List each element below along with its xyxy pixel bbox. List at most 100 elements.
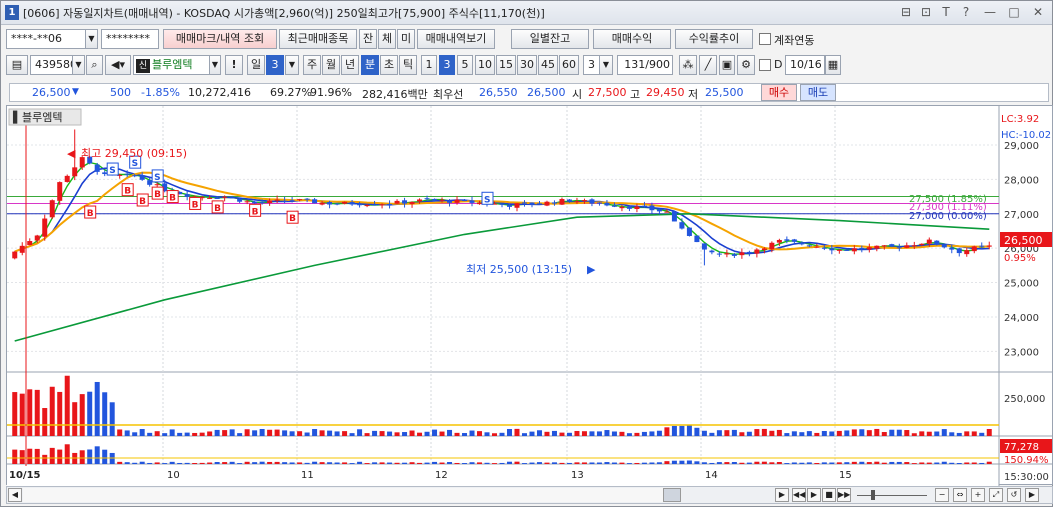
- save-icon[interactable]: ▣: [719, 55, 735, 75]
- play-icon[interactable]: ▶: [807, 488, 821, 502]
- volume-bar-lower: [911, 463, 917, 464]
- candle-body: [244, 201, 250, 203]
- unfilled-button[interactable]: 미: [397, 29, 415, 49]
- volume-bar: [859, 429, 865, 436]
- zoom-fit-icon[interactable]: ⇔: [953, 488, 967, 502]
- zoom-out-icon[interactable]: −: [935, 488, 949, 502]
- volume-bar-lower: [941, 461, 947, 464]
- interval-1-button[interactable]: 1: [421, 55, 437, 75]
- recent-trades-button[interactable]: 최근매매종목: [279, 29, 357, 49]
- interval-15-button[interactable]: 15: [496, 55, 516, 75]
- period-year-button[interactable]: 년: [341, 55, 359, 75]
- interval-30-button[interactable]: 30: [517, 55, 537, 75]
- chart-scroll-end-icon[interactable]: ▶: [1025, 488, 1039, 502]
- stock-name-field[interactable]: 신 블루엠텍: [133, 55, 221, 75]
- candle-body: [327, 202, 333, 205]
- price-chart-svg[interactable]: SSSBBB BB B BBBS 29,00028,00027,00026,00025…: [7, 106, 1053, 486]
- scroll-right-icon[interactable]: ▶: [775, 488, 789, 502]
- interval-60-button[interactable]: 60: [559, 55, 579, 75]
- period-value-field[interactable]: 3: [266, 55, 284, 75]
- return-trend-button[interactable]: 수익률추이: [675, 29, 753, 49]
- interval-10-button[interactable]: 10: [475, 55, 495, 75]
- candle-body: [799, 242, 805, 245]
- volume-ratio-2: 91.96%: [310, 86, 352, 99]
- candle-body: [544, 201, 550, 206]
- volume-bar: [372, 430, 378, 436]
- candle-body: [821, 247, 827, 249]
- volume-bar: [701, 430, 707, 436]
- indicator-icon[interactable]: ⁂: [679, 55, 697, 75]
- date-input[interactable]: 10/16: [785, 55, 825, 75]
- maximize-icon[interactable]: □: [1006, 5, 1022, 19]
- candle-body: [926, 239, 932, 244]
- candle-body: [559, 199, 565, 205]
- password-field[interactable]: ********: [101, 29, 159, 49]
- daily-balance-button[interactable]: 일별잔고: [511, 29, 589, 49]
- settings-gear-icon[interactable]: ⚙: [737, 55, 755, 75]
- sell-button[interactable]: 매도: [800, 84, 836, 101]
- interval-45-button[interactable]: 45: [538, 55, 558, 75]
- rewind-icon[interactable]: ◀◀: [792, 488, 806, 502]
- fast-forward-icon[interactable]: ▶▶: [837, 488, 851, 502]
- volume-bar-lower: [874, 461, 880, 464]
- chart-area[interactable]: SSSBBBBBBBBBS 29,000 28,000 27,000 26,000 25…: [6, 105, 1053, 486]
- trade-profit-button[interactable]: 매매수익: [593, 29, 671, 49]
- period-minute-button[interactable]: 분: [361, 55, 379, 75]
- interval-dropdown-icon[interactable]: ▼: [599, 55, 613, 75]
- volume-bar: [896, 429, 902, 436]
- filled-button[interactable]: 체: [378, 29, 396, 49]
- sound-icon[interactable]: ◀▾: [105, 55, 131, 75]
- minimize-icon[interactable]: —: [982, 5, 998, 19]
- draw-line-icon[interactable]: ╱: [699, 55, 717, 75]
- candle-body: [521, 202, 527, 204]
- period-dropdown-icon[interactable]: ▼: [285, 55, 299, 75]
- volume-bar: [237, 433, 243, 436]
- volume-bar-lower: [334, 462, 340, 464]
- scroll-left-icon[interactable]: ◀: [8, 488, 22, 502]
- volume-bar: [589, 431, 595, 436]
- close-icon[interactable]: ✕: [1030, 5, 1046, 19]
- volume-bar-lower: [506, 461, 512, 464]
- interval-5-button[interactable]: 5: [457, 55, 473, 75]
- trade-mark-query-button[interactable]: 매매마크/내역 조회: [163, 29, 277, 49]
- balance-button[interactable]: 잔: [359, 29, 377, 49]
- period-second-button[interactable]: 초: [380, 55, 398, 75]
- candle-body: [896, 247, 902, 249]
- period-tick-button[interactable]: 틱: [399, 55, 417, 75]
- chart-reset-icon[interactable]: ↺: [1007, 488, 1021, 502]
- volume-bar-lower: [49, 447, 55, 464]
- search-icon[interactable]: ⌕: [86, 55, 103, 75]
- help-icon[interactable]: ?: [958, 5, 974, 19]
- volume-bar-lower: [424, 462, 430, 464]
- trade-history-button[interactable]: 매매내역보기: [417, 29, 495, 49]
- zoom-slider-handle[interactable]: [871, 490, 875, 500]
- period-month-button[interactable]: 월: [322, 55, 340, 75]
- period-week-button[interactable]: 주: [303, 55, 321, 75]
- period-day-button[interactable]: 일: [247, 55, 265, 75]
- alert-button[interactable]: !: [225, 55, 243, 75]
- text-icon[interactable]: T: [938, 5, 954, 19]
- buy-button[interactable]: 매수: [761, 84, 797, 101]
- layout-icon[interactable]: ⊟: [898, 5, 914, 19]
- candle-body: [57, 182, 63, 201]
- chart-expand-icon[interactable]: ⤢: [989, 488, 1003, 502]
- account-link-checkbox[interactable]: [759, 33, 771, 45]
- candle-count-field[interactable]: 131/900: [617, 55, 673, 75]
- date-checkbox[interactable]: [759, 59, 771, 71]
- candle-body: [207, 197, 213, 199]
- calendar-icon[interactable]: ▦: [825, 55, 841, 75]
- volume-bar-lower: [619, 462, 625, 464]
- code-dropdown-icon[interactable]: ▼: [72, 55, 85, 75]
- zoom-in-icon[interactable]: +: [971, 488, 985, 502]
- chart-menu-icon[interactable]: ▤: [6, 55, 28, 75]
- stop-icon[interactable]: ■: [822, 488, 836, 502]
- account-dropdown-icon[interactable]: ▼: [85, 29, 98, 49]
- capture-icon[interactable]: ⊡: [918, 5, 934, 19]
- interval-3-button[interactable]: 3: [439, 55, 455, 75]
- hline-label-3: 27,000 (0.00%): [909, 211, 987, 222]
- scroll-track[interactable]: [23, 488, 663, 502]
- zoom-slider-track[interactable]: [857, 495, 927, 496]
- name-dropdown-icon[interactable]: ▼: [209, 55, 221, 75]
- scroll-thumb[interactable]: [663, 488, 681, 502]
- candle-body: [19, 245, 25, 253]
